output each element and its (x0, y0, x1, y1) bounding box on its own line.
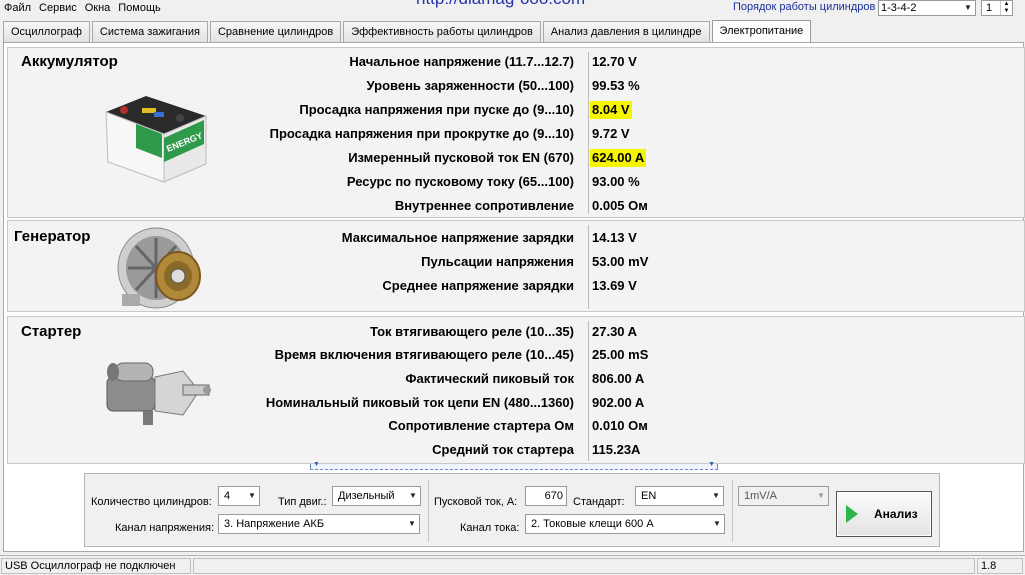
tab-ignition-system[interactable]: Система зажигания (91, 21, 208, 42)
battery-row-label-3: Просадка напряжения при пуске до (9...10… (299, 102, 574, 117)
spinner-arrows-icon[interactable]: ▲ ▼ (1000, 1, 1012, 15)
standard-value: EN (641, 490, 657, 502)
status-panel-empty (193, 558, 975, 574)
cylinders-select[interactable]: 4 ▼ (218, 486, 260, 506)
top-bar: Файл Сервис Окна Помощь http://diamag-oo… (0, 0, 1025, 18)
generator-divider (588, 225, 589, 309)
chevron-down-icon: ▼ (710, 515, 724, 533)
status-bar: USB Осциллограф не подключен 1.8 (0, 555, 1025, 575)
generator-row-label-3: Среднее напряжение зарядки (382, 278, 574, 293)
voltage-channel-select[interactable]: 3. Напряжение АКБ ▼ (218, 514, 420, 534)
battery-row-value-2: 99.53 % (592, 78, 640, 93)
battery-section: Аккумулятор ENERGY Начальное напряжение … (7, 47, 1025, 218)
tab-pressure-analysis[interactable]: Анализ давления в цилиндре (542, 21, 710, 42)
battery-row-label-7: Внутреннее сопротивление (394, 198, 574, 213)
current-channel-select[interactable]: 2. Токовые клещи 600 А ▼ (525, 514, 725, 534)
battery-row-label-6: Ресурс по пусковому току (65...100) (346, 174, 574, 189)
chevron-down-icon: ▼ (708, 461, 715, 468)
tab-cylinder-comparison[interactable]: Сравнение цилиндров (209, 21, 342, 42)
tab-oscilloscope[interactable]: Осциллограф (3, 21, 90, 42)
controls-divider-1 (428, 480, 429, 542)
battery-row-value-7: 0.005 Ом (592, 198, 648, 213)
starter-divider (588, 321, 589, 461)
battery-row-label-2: Уровень заряженности (50...100) (366, 78, 574, 93)
scale-select[interactable]: 1mV/A ▼ (738, 486, 829, 506)
starter-row-value-5: 0.010 Ом (592, 418, 648, 433)
generator-row-value-3: 13.69 V (592, 278, 637, 293)
menu-bar: Файл Сервис Окна Помощь (0, 0, 165, 16)
version-label: 1.8 (977, 558, 1023, 574)
play-icon (846, 505, 858, 523)
chevron-down-icon: ▼ (709, 487, 723, 505)
starter-row-value-1: 27.30 A (592, 324, 638, 339)
tab-bar: Осциллограф Система зажигания Сравнение … (3, 20, 813, 42)
chevron-down-icon: ▼ (313, 461, 320, 468)
menu-help[interactable]: Помощь (114, 0, 165, 16)
voltage-channel-value: 3. Напряжение АКБ (224, 518, 325, 530)
chevron-down-icon: ▼ (406, 487, 420, 505)
tab-cylinder-efficiency[interactable]: Эффективность работы цилиндров (343, 21, 541, 42)
website-url[interactable]: http://diamag-ooo.com (416, 0, 585, 8)
generator-section: Генератор Максимальное напряжение зарядк… (7, 220, 1025, 312)
cylinders-value: 4 (224, 490, 231, 502)
starter-row-label-6: Средний ток стартера (432, 442, 574, 457)
starter-row-value-2: 25.00 mS (592, 347, 649, 362)
battery-row-value-1: 12.70 V (592, 54, 637, 69)
current-channel-label: Канал тока: (460, 522, 520, 534)
voltage-channel-label: Канал напряжения: (115, 522, 214, 534)
starter-row-label-3: Фактический пиковый ток (405, 371, 574, 386)
analyze-button[interactable]: Анализ (836, 491, 932, 537)
battery-row-value-3: 8.04 V (590, 101, 632, 119)
generator-row-value-1: 14.13 V (592, 230, 637, 245)
current-channel-value: 2. Токовые клещи 600 А (531, 518, 654, 530)
standard-label: Стандарт: (573, 496, 625, 508)
starter-row-label-1: Ток втягивающего реле (10...35) (369, 324, 574, 339)
starter-row-value-4: 902.00 A (592, 395, 645, 410)
chevron-down-icon: ▼ (961, 1, 975, 15)
battery-row-value-4: 9.72 V (592, 126, 630, 141)
menu-file[interactable]: Файл (0, 0, 35, 16)
cylinder-order-select[interactable]: 1-3-4-2 ▼ (878, 0, 976, 16)
chevron-down-icon: ▼ (245, 487, 259, 505)
battery-row-label-4: Просадка напряжения при прокрутке до (9.… (269, 126, 574, 141)
scale-value: 1mV/A (744, 490, 778, 502)
battery-row-value-6: 93.00 % (592, 174, 640, 189)
cylinder-order-value: 1-3-4-2 (881, 2, 917, 14)
cylinder-spinner[interactable]: 1 ▲ ▼ (981, 0, 1013, 16)
generator-row-value-2: 53.00 mV (592, 254, 649, 269)
battery-row-label-5: Измеренный пусковой ток EN (670) (348, 150, 574, 165)
cylinder-order-label: Порядок работы цилиндров (733, 1, 876, 13)
battery-divider (588, 52, 589, 214)
standard-select[interactable]: EN ▼ (635, 486, 724, 506)
starter-row-value-6: 115.23A (592, 442, 641, 457)
analysis-controls: Количество цилиндров: 4 ▼ Тип двиг.: Диз… (84, 473, 940, 547)
generator-row-label-2: Пульсации напряжения (421, 254, 574, 269)
battery-row-label-1: Начальное напряжение (11.7...12.7) (349, 54, 574, 69)
chevron-down-icon: ▼ (405, 515, 419, 533)
analyze-button-label: Анализ (874, 507, 918, 521)
cylinder-spinner-value: 1 (986, 2, 993, 14)
starter-row-label-5: Сопротивление стартера Ом (388, 418, 574, 433)
starter-row-value-3: 806.00 A (592, 371, 645, 386)
starter-row-label-4: Номинальный пиковый ток цепи EN (480...1… (265, 395, 574, 410)
connection-status: USB Осциллограф не подключен (1, 558, 191, 574)
engine-type-label: Тип двиг.: (278, 496, 327, 508)
generator-row-label-1: Максимальное напряжение зарядки (341, 230, 574, 245)
starter-row-label-2: Время включения втягивающего реле (10...… (274, 347, 574, 362)
splitter-handle[interactable]: ▼ ▼ (310, 461, 718, 470)
engine-type-select[interactable]: Дизельный ▼ (332, 486, 421, 506)
cylinders-label: Количество цилиндров: (91, 496, 212, 508)
controls-divider-2 (732, 480, 733, 542)
chevron-down-icon: ▼ (814, 487, 828, 505)
starter-section: Стартер Ток втягивающего реле (10...35) … (7, 316, 1025, 464)
start-current-input[interactable]: 670 (525, 486, 567, 506)
start-current-label: Пусковой ток, А: (434, 496, 518, 508)
menu-windows[interactable]: Окна (81, 0, 115, 16)
engine-type-value: Дизельный (338, 490, 395, 502)
menu-service[interactable]: Сервис (35, 0, 81, 16)
battery-row-value-5: 624.00 A (590, 149, 647, 167)
tab-power-supply[interactable]: Электропитание (711, 20, 812, 42)
